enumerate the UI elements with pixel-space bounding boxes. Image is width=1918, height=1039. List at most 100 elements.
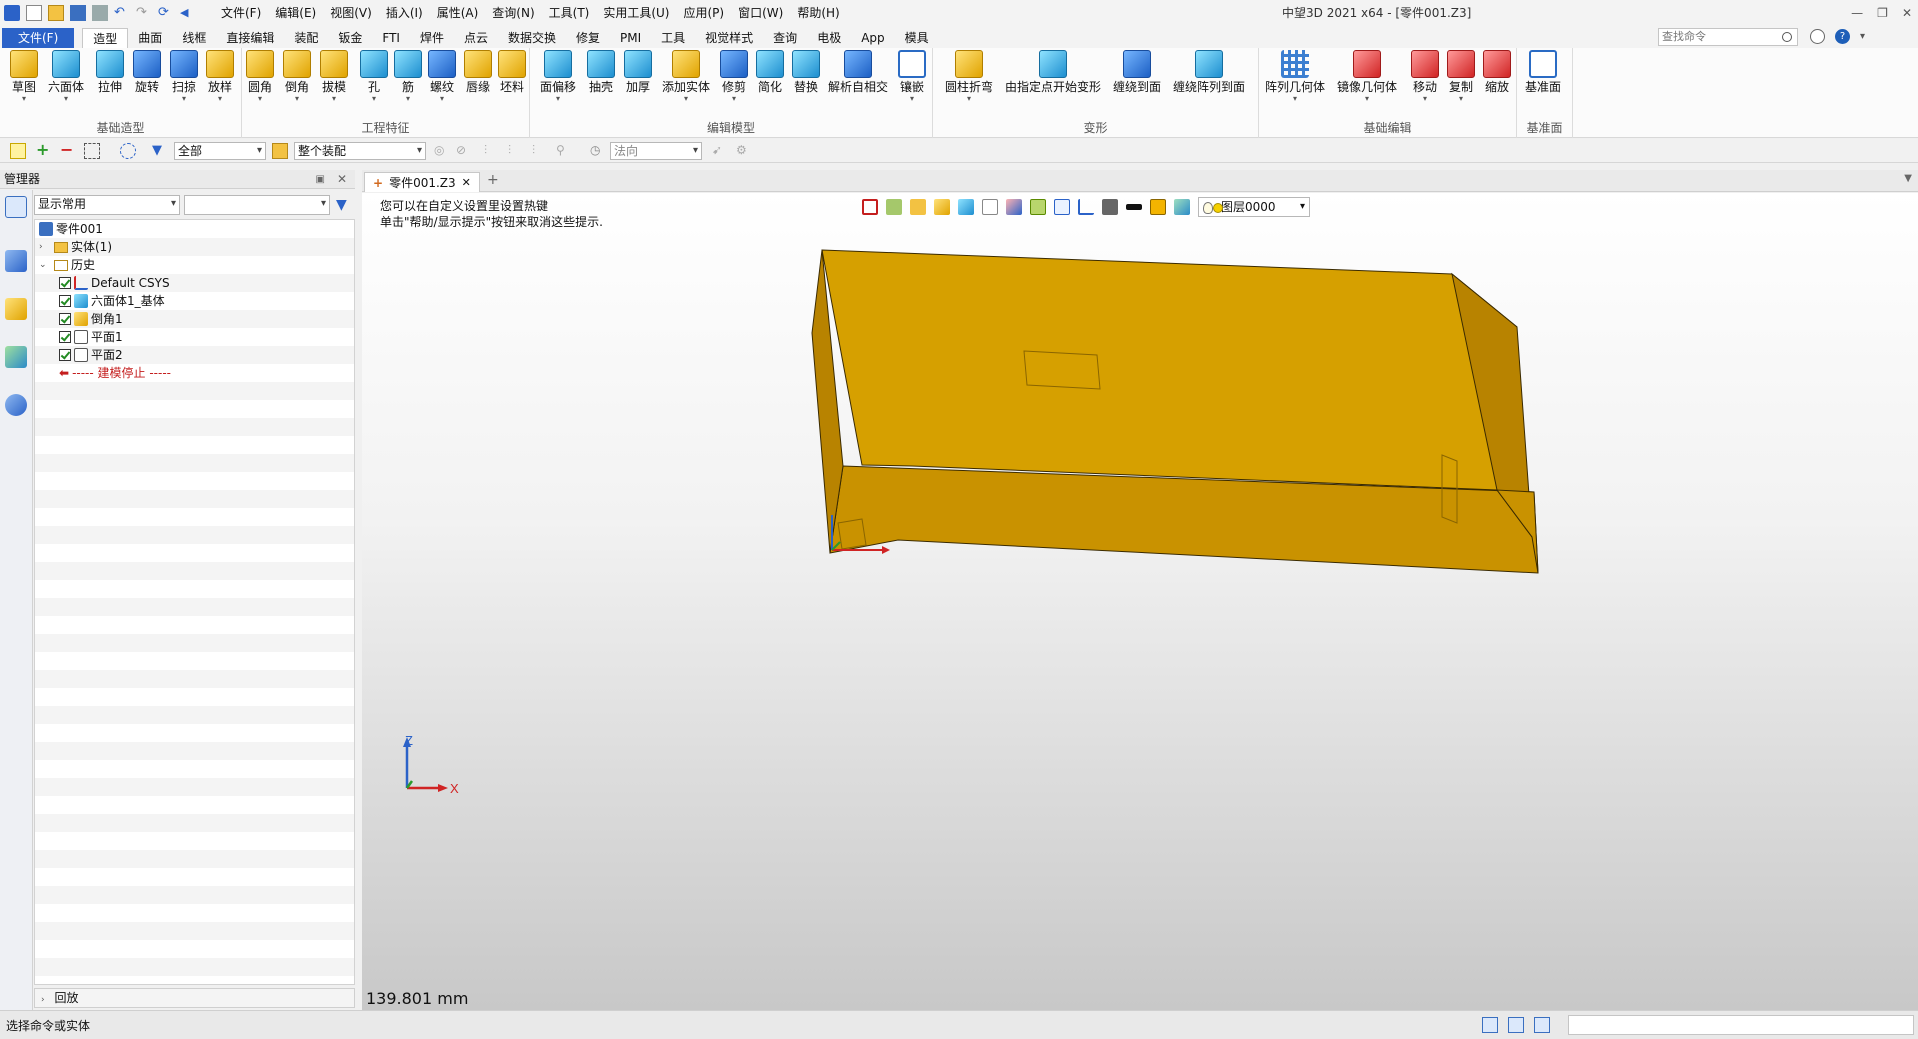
app-logo-icon[interactable]: [4, 5, 20, 21]
hole-button[interactable]: 孔 ▾: [360, 50, 388, 103]
visibility-checkbox[interactable]: [59, 349, 71, 361]
deform-from-point-button[interactable]: 由指定点开始变形: [1005, 50, 1101, 94]
menu-insert[interactable]: 插入(I): [379, 0, 430, 26]
visibility-checkbox[interactable]: [59, 277, 71, 289]
collapse-icon[interactable]: ⌄: [39, 256, 51, 274]
replace-button[interactable]: 替换: [792, 50, 820, 94]
tree-solids[interactable]: › 实体(1): [39, 238, 112, 256]
tab-mold[interactable]: 模具: [895, 28, 939, 48]
shell-button[interactable]: 抽壳: [587, 50, 615, 94]
lasso-icon[interactable]: [120, 143, 136, 159]
help-icon[interactable]: ?: [1835, 29, 1850, 44]
part-top-face[interactable]: [821, 249, 1518, 491]
tab-electrode[interactable]: 电极: [807, 28, 851, 48]
scale-button[interactable]: 缩放: [1483, 50, 1511, 94]
align-left-icon[interactable]: ⫶: [484, 143, 500, 159]
pattern-geometry-button[interactable]: 阵列几何体 ▾: [1265, 50, 1325, 103]
move-button[interactable]: 移动 ▾: [1411, 50, 1439, 103]
menu-view[interactable]: 视图(V): [323, 0, 379, 26]
tree-item-plane2[interactable]: 平面2: [59, 346, 123, 364]
tab-list-icon[interactable]: ▼: [1904, 173, 1912, 184]
sketch-button[interactable]: 草图 ▾: [10, 50, 38, 103]
direction-combo[interactable]: 法向: [610, 142, 702, 160]
tree-item-plane1[interactable]: 平面1: [59, 328, 123, 346]
minimize-icon[interactable]: —: [1851, 0, 1863, 26]
tree-root[interactable]: 零件001: [39, 220, 103, 238]
pick-icon[interactable]: [10, 143, 26, 159]
close-icon[interactable]: ✕: [1902, 0, 1912, 26]
emboss-button[interactable]: 镶嵌 ▾: [898, 50, 926, 103]
command-search-input[interactable]: 查找命令: [1658, 28, 1798, 46]
new-tab-icon[interactable]: +: [487, 172, 499, 188]
trim-button[interactable]: 修剪 ▾: [720, 50, 748, 103]
undo-icon[interactable]: ↶: [114, 5, 130, 21]
tab-sheet-metal[interactable]: 钣金: [328, 28, 372, 48]
datum-plane-button[interactable]: 基准面: [1525, 50, 1561, 94]
locate-icon[interactable]: ⊘: [456, 143, 472, 159]
history-icon[interactable]: ◷: [590, 143, 606, 159]
thicken-button[interactable]: 加厚: [624, 50, 652, 94]
assembly-tree-icon[interactable]: [5, 250, 27, 272]
open-folder-icon[interactable]: [48, 5, 64, 21]
filter-icon[interactable]: ▼: [152, 143, 168, 159]
tab-point-cloud[interactable]: 点云: [454, 28, 498, 48]
filter-combo[interactable]: 全部: [174, 142, 266, 160]
cursor-icon[interactable]: ➹: [712, 143, 728, 159]
extrude-button[interactable]: 拉伸: [96, 50, 124, 94]
box-select-icon[interactable]: [84, 143, 100, 159]
status-input-field[interactable]: [1568, 1015, 1914, 1035]
tab-weldment[interactable]: 焊件: [410, 28, 454, 48]
remove-icon[interactable]: −: [60, 142, 76, 159]
file-tab[interactable]: 文件(F): [2, 28, 75, 48]
restore-icon[interactable]: ❐: [1877, 0, 1888, 26]
tab-modeling[interactable]: 造型: [82, 28, 129, 48]
close-tab-icon[interactable]: ✕: [462, 174, 471, 192]
align-right-icon[interactable]: ⫶: [532, 143, 548, 159]
minimize-ribbon-icon[interactable]: ▾: [1860, 29, 1875, 44]
tab-tools[interactable]: 工具: [651, 28, 695, 48]
part-model[interactable]: [362, 193, 1918, 1010]
tree-filter-icon[interactable]: ▼: [336, 197, 347, 213]
block-button[interactable]: 六面体 ▾: [48, 50, 84, 103]
menu-attribute[interactable]: 属性(A): [430, 0, 486, 26]
rib-button[interactable]: 筋 ▾: [394, 50, 422, 103]
pin-icon[interactable]: ⚲: [556, 143, 572, 159]
tab-visual-style[interactable]: 视觉样式: [695, 28, 763, 48]
thread-button[interactable]: 螺纹 ▾: [428, 50, 456, 103]
align-center-icon[interactable]: ⫶: [508, 143, 524, 159]
menu-file[interactable]: 文件(F): [214, 0, 268, 26]
tab-query[interactable]: 查询: [763, 28, 807, 48]
tab-assembly[interactable]: 装配: [284, 28, 328, 48]
scope-combo[interactable]: 整个装配: [294, 142, 426, 160]
refresh-icon[interactable]: ⟳: [158, 5, 174, 21]
face-offset-button[interactable]: 面偏移 ▾: [540, 50, 576, 103]
sweep-button[interactable]: 扫掠 ▾: [170, 50, 198, 103]
tree-search-input[interactable]: [184, 195, 330, 215]
view-manager-icon[interactable]: [5, 346, 27, 368]
tree-item-chamfer[interactable]: 倒角1: [59, 310, 123, 328]
tree-modeling-stop[interactable]: ⬅ ----- 建模停止 -----: [59, 364, 171, 382]
display-icon[interactable]: [1508, 1017, 1524, 1033]
mirror-geometry-button[interactable]: 镜像几何体 ▾: [1337, 50, 1397, 103]
document-tab[interactable]: + 零件001.Z3 ✕: [364, 172, 480, 192]
visibility-checkbox[interactable]: [59, 313, 71, 325]
visibility-checkbox[interactable]: [59, 295, 71, 307]
parts-library-icon[interactable]: [5, 298, 27, 320]
layout-icon[interactable]: [1482, 1017, 1498, 1033]
fillet-button[interactable]: 圆角 ▾: [246, 50, 274, 103]
redo-icon[interactable]: ↷: [136, 5, 152, 21]
lip-button[interactable]: 唇缘: [464, 50, 492, 94]
loft-button[interactable]: 放样 ▾: [206, 50, 234, 103]
save-icon[interactable]: [70, 5, 86, 21]
tab-wireframe[interactable]: 线框: [172, 28, 216, 48]
menu-tools[interactable]: 工具(T): [542, 0, 597, 26]
tree-history[interactable]: ⌄ 历史: [39, 256, 95, 274]
close-panel-icon[interactable]: ✕: [337, 170, 347, 189]
tab-repair[interactable]: 修复: [566, 28, 610, 48]
user-icon[interactable]: [5, 394, 27, 416]
display-filter-combo[interactable]: 显示常用: [34, 195, 180, 215]
add-icon[interactable]: +: [36, 142, 52, 159]
print-icon[interactable]: [92, 5, 108, 21]
tab-pmi[interactable]: PMI: [610, 28, 651, 48]
tab-direct-edit[interactable]: 直接编辑: [216, 28, 284, 48]
